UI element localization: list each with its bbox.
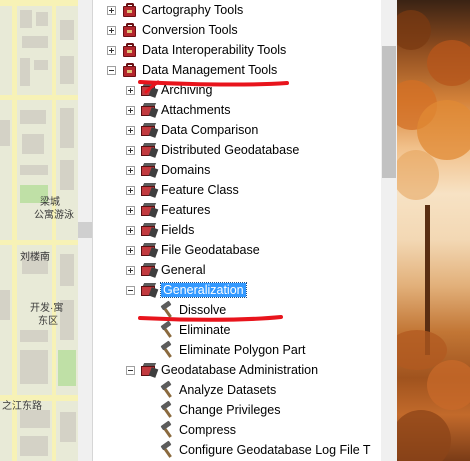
tree-item-general[interactable]: General bbox=[126, 260, 205, 280]
hammer-icon bbox=[159, 400, 175, 418]
tree-item-label: Fields bbox=[161, 223, 195, 237]
expand-icon[interactable] bbox=[126, 145, 135, 155]
tree-item-conversion-tools[interactable]: Conversion Tools bbox=[107, 20, 238, 40]
tree-item-archiving[interactable]: Archiving bbox=[126, 80, 212, 100]
hammer-icon bbox=[159, 340, 175, 358]
tree-item-label: Distributed Geodatabase bbox=[161, 143, 300, 157]
expand-icon[interactable] bbox=[126, 105, 135, 115]
hammer-icon bbox=[159, 320, 175, 338]
tree-item-label: Eliminate Polygon Part bbox=[179, 343, 306, 357]
splitter-grip[interactable] bbox=[78, 222, 92, 238]
tree-item-label: Data Interoperability Tools bbox=[142, 43, 287, 57]
tree-item-features[interactable]: Features bbox=[126, 200, 210, 220]
tree-item-data-interoperability-tools[interactable]: Data Interoperability Tools bbox=[107, 40, 286, 60]
toolset-icon bbox=[141, 103, 159, 118]
tree-item-data-management-tools[interactable]: Data Management Tools bbox=[107, 60, 277, 80]
toolset-icon bbox=[141, 83, 159, 98]
tree-item-geodatabase-administration[interactable]: Geodatabase Administration bbox=[126, 360, 318, 380]
tree-item-dissolve[interactable]: Dissolve bbox=[159, 300, 226, 320]
expand-icon[interactable] bbox=[126, 185, 135, 195]
tree-item-label: File Geodatabase bbox=[161, 243, 260, 257]
toolset-icon bbox=[141, 163, 159, 178]
tree-item-label: Analyze Datasets bbox=[179, 383, 277, 397]
tree-item-label: Feature Class bbox=[161, 183, 239, 197]
tree-item-label: Archiving bbox=[161, 83, 213, 97]
tree-item-label: General bbox=[161, 263, 206, 277]
tree-item-label: Compress bbox=[179, 423, 236, 437]
tree-item-file-geodatabase[interactable]: File Geodatabase bbox=[126, 240, 260, 260]
tree-item-label: Attachments bbox=[161, 103, 231, 117]
toolset-icon bbox=[141, 363, 159, 378]
tree-item-label: Data Comparison bbox=[161, 123, 259, 137]
expand-icon[interactable] bbox=[126, 265, 135, 275]
toolbox-icon bbox=[122, 2, 138, 18]
hammer-icon bbox=[159, 380, 175, 398]
expand-icon[interactable] bbox=[107, 45, 116, 55]
toolset-icon bbox=[141, 283, 159, 298]
tree-item-generalization[interactable]: Generalization bbox=[126, 280, 247, 300]
toolbox-icon bbox=[122, 62, 138, 78]
tree-item-domains[interactable]: Domains bbox=[126, 160, 210, 180]
toolbox-tree[interactable]: Cartography Tools Conversion Tools Data … bbox=[99, 0, 381, 461]
hammer-icon bbox=[159, 300, 175, 318]
tree-item-cartography-tools[interactable]: Cartography Tools bbox=[107, 0, 243, 20]
tree-item-configure-geodatabase-log-file[interactable]: Configure Geodatabase Log File T bbox=[159, 440, 371, 460]
panel-splitter[interactable] bbox=[78, 0, 92, 461]
expand-icon[interactable] bbox=[126, 205, 135, 215]
tree-item-label: Geodatabase Administration bbox=[161, 363, 319, 377]
map-label: 之江东路 bbox=[2, 401, 42, 412]
collapse-icon[interactable] bbox=[107, 65, 116, 75]
hammer-icon bbox=[159, 420, 175, 438]
tree-item-eliminate[interactable]: Eliminate bbox=[159, 320, 230, 340]
toolset-icon bbox=[141, 243, 159, 258]
tree-item-label-selected: Generalization bbox=[160, 282, 247, 298]
panel-border bbox=[92, 0, 99, 461]
expand-icon[interactable] bbox=[126, 225, 135, 235]
expand-icon[interactable] bbox=[126, 245, 135, 255]
tree-item-label: Data Management Tools bbox=[142, 63, 278, 77]
toolset-icon bbox=[141, 203, 159, 218]
tree-item-change-privileges[interactable]: Change Privileges bbox=[159, 400, 280, 420]
collapse-icon[interactable] bbox=[126, 365, 135, 375]
expand-icon[interactable] bbox=[107, 25, 116, 35]
vertical-scrollbar[interactable] bbox=[381, 0, 397, 461]
tree-item-attachments[interactable]: Attachments bbox=[126, 100, 230, 120]
hammer-icon bbox=[159, 440, 175, 458]
map-label: 开发·寓 bbox=[30, 303, 64, 314]
tree-item-label: Configure Geodatabase Log File T bbox=[179, 443, 371, 457]
toolset-icon bbox=[141, 183, 159, 198]
map-label: 公寓游泳 bbox=[34, 210, 74, 221]
tree-item-label: Dissolve bbox=[179, 303, 227, 317]
expand-icon[interactable] bbox=[126, 85, 135, 95]
map-view[interactable]: 梁城 公寓游泳 刘楼南 东区 开发·寓 之江东路 bbox=[0, 0, 78, 461]
toolbox-icon bbox=[122, 22, 138, 38]
expand-icon[interactable] bbox=[126, 125, 135, 135]
expand-icon[interactable] bbox=[107, 5, 116, 15]
tree-item-distributed-geodatabase[interactable]: Distributed Geodatabase bbox=[126, 140, 299, 160]
tree-item-feature-class[interactable]: Feature Class bbox=[126, 180, 239, 200]
toolset-icon bbox=[141, 143, 159, 158]
collapse-icon[interactable] bbox=[126, 285, 135, 295]
toolbox-icon bbox=[122, 42, 138, 58]
tree-item-eliminate-polygon-part[interactable]: Eliminate Polygon Part bbox=[159, 340, 305, 360]
map-label: 东区 bbox=[38, 316, 58, 327]
map-label: 刘楼南 bbox=[20, 252, 50, 263]
expand-icon[interactable] bbox=[126, 165, 135, 175]
tree-item-compress[interactable]: Compress bbox=[159, 420, 236, 440]
toolset-icon bbox=[141, 263, 159, 278]
tree-item-data-comparison[interactable]: Data Comparison bbox=[126, 120, 258, 140]
tree-item-label: Features bbox=[161, 203, 211, 217]
tree-item-label: Change Privileges bbox=[179, 403, 281, 417]
background-photo bbox=[397, 0, 470, 461]
tree-item-label: Conversion Tools bbox=[142, 23, 238, 37]
tree-item-label: Cartography Tools bbox=[142, 3, 244, 17]
tree-item-fields[interactable]: Fields bbox=[126, 220, 194, 240]
toolset-icon bbox=[141, 123, 159, 138]
tree-item-label: Eliminate bbox=[179, 323, 231, 337]
tree-item-label: Domains bbox=[161, 163, 211, 177]
toolset-icon bbox=[141, 223, 159, 238]
scrollbar-thumb[interactable] bbox=[382, 46, 396, 178]
tree-item-analyze-datasets[interactable]: Analyze Datasets bbox=[159, 380, 276, 400]
